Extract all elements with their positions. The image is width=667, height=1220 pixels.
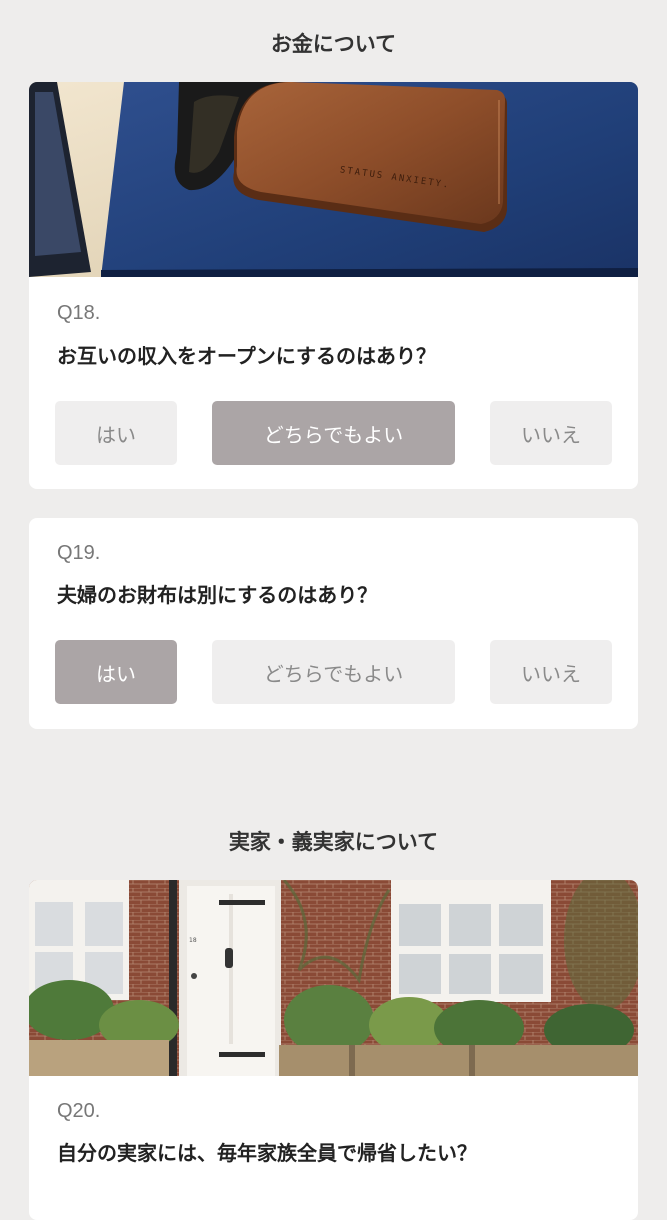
q19-either-button[interactable]: どちらでもよい: [212, 640, 455, 704]
door-number: 18: [189, 937, 197, 944]
question-card-q19: Q19. 夫婦のお財布は別にするのはあり？ はい どちらでもよい いいえ: [29, 518, 638, 729]
q19-no-button[interactable]: いいえ: [490, 640, 612, 704]
section-title-family-home: 実家・義実家について: [228, 830, 439, 854]
question-number-q19: Q19.: [57, 542, 101, 564]
question-text-q20: 自分の実家には、毎年家族全員で帰省したい？: [57, 1141, 477, 1165]
house-illustration: 18: [29, 880, 638, 1076]
q18-no-button[interactable]: いいえ: [490, 401, 612, 465]
q18-either-button[interactable]: どちらでもよい: [212, 401, 455, 465]
question-number-q20: Q20.: [57, 1100, 101, 1122]
house-photo: 18: [29, 880, 638, 1076]
question-card-q20: 18 Q20. 自分の実家には、毎年家族全員で帰省したい？: [29, 880, 638, 1220]
question-text-q19: 夫婦のお財布は別にするのはあり？: [57, 583, 378, 607]
q18-yes-button[interactable]: はい: [55, 401, 177, 465]
wallet-illustration: STATUS ANXIETY.: [29, 82, 638, 277]
wallet-photo: STATUS ANXIETY.: [29, 82, 638, 277]
question-text-q18: お互いの収入をオープンにするのはあり？: [57, 344, 436, 368]
question-number-q18: Q18.: [57, 302, 101, 324]
section-title-money: お金について: [270, 32, 397, 56]
question-card-q18: STATUS ANXIETY. Q18. お互いの収入をオープンにするのはあり？…: [29, 82, 638, 489]
q19-yes-button[interactable]: はい: [55, 640, 177, 704]
